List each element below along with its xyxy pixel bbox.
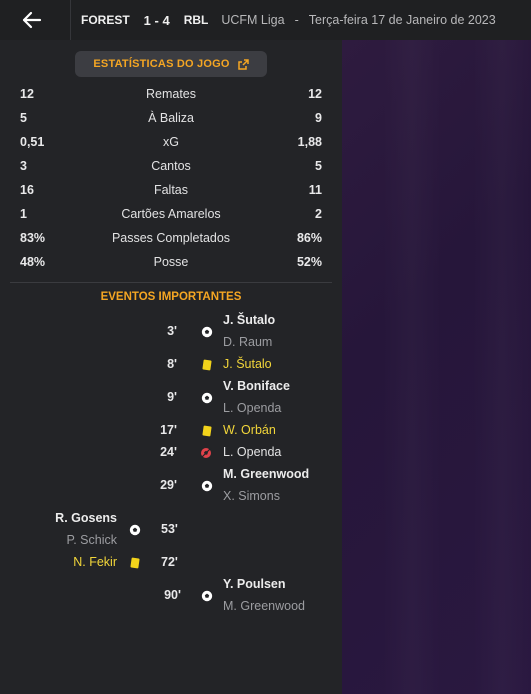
stat-label: À Baliza <box>148 111 194 125</box>
stat-away-value: 1,88 <box>297 135 322 149</box>
yellow-card-icon <box>130 557 140 569</box>
arrow-left-icon <box>22 11 42 29</box>
event-assist[interactable]: L. Openda <box>223 401 281 415</box>
stat-row-xg: 0,51 xG 1,88 <box>0 135 342 153</box>
event-player[interactable]: M. Greenwood <box>223 467 309 481</box>
stat-label: Posse <box>153 255 189 269</box>
stat-row-passes: 83% Passes Completados 86% <box>0 231 342 249</box>
stat-row-shots: 12 Remates 12 <box>0 87 342 105</box>
match-score: 1 - 4 <box>143 12 170 28</box>
goal-ball-icon <box>129 524 141 536</box>
event-player[interactable]: Y. Poulsen <box>223 577 286 591</box>
match-date: Terça-feira 17 de Janeiro de 2023 <box>308 13 496 27</box>
event-minute: 72' <box>161 555 178 569</box>
stat-label: Passes Completados <box>111 231 231 245</box>
stat-label: Cartões Amarelos <box>121 207 221 221</box>
yellow-card-icon <box>202 425 212 437</box>
event-minute: 3' <box>167 324 177 338</box>
match-stats-button[interactable]: ESTATÍSTICAS DO JOGO <box>75 51 267 77</box>
stat-label: Remates <box>145 87 197 101</box>
goal-ball-icon <box>201 392 213 404</box>
section-divider <box>10 282 332 283</box>
header-separator: - <box>294 13 299 27</box>
stat-away-value: 86% <box>296 231 322 245</box>
stat-row-yellow-cards: 1 Cartões Amarelos 2 <box>0 207 342 225</box>
goal-ball-icon <box>201 326 213 338</box>
stat-away-value: 11 <box>308 183 322 197</box>
yellow-card-icon <box>202 359 212 371</box>
stat-row-possession: 48% Posse 52% <box>0 255 342 273</box>
stat-label: Cantos <box>151 159 191 173</box>
stat-away-value: 2 <box>315 207 322 221</box>
missed-chance-icon <box>200 447 212 459</box>
event-assist[interactable]: P. Schick <box>67 533 118 547</box>
stat-label: Faltas <box>153 183 189 197</box>
stat-row-on-target: 5 À Baliza 9 <box>0 111 342 129</box>
home-team-name[interactable]: FOREST <box>81 13 130 27</box>
stat-row-fouls: 16 Faltas 11 <box>0 183 342 201</box>
event-player[interactable]: N. Fekir <box>73 555 117 569</box>
event-player[interactable]: W. Orbán <box>223 423 276 437</box>
stat-label: xG <box>163 135 179 149</box>
event-minute: 24' <box>160 445 177 459</box>
away-team-name[interactable]: RBL <box>184 13 209 27</box>
stat-away-value: 9 <box>315 111 322 125</box>
event-assist[interactable]: X. Simons <box>223 489 280 503</box>
event-minute: 29' <box>160 478 177 492</box>
goal-ball-icon <box>201 590 213 602</box>
event-assist[interactable]: M. Greenwood <box>223 599 305 613</box>
event-player[interactable]: L. Openda <box>223 445 281 459</box>
goal-ball-icon <box>201 480 213 492</box>
side-background-panel <box>342 40 531 694</box>
match-header: FOREST 1 - 4 RBL UCFM Liga - Terça-feira… <box>81 11 496 29</box>
stat-row-corners: 3 Cantos 5 <box>0 159 342 177</box>
stat-away-value: 52% <box>296 255 322 269</box>
event-assist[interactable]: D. Raum <box>223 335 272 349</box>
event-player[interactable]: V. Boniface <box>223 379 290 393</box>
event-player[interactable]: R. Gosens <box>55 511 117 525</box>
event-player[interactable]: J. Šutalo <box>223 313 275 327</box>
competition-name[interactable]: UCFM Liga <box>221 13 284 27</box>
event-player[interactable]: J. Šutalo <box>223 357 272 371</box>
event-minute: 90' <box>164 588 181 602</box>
top-bar: FOREST 1 - 4 RBL UCFM Liga - Terça-feira… <box>0 0 531 40</box>
stat-away-value: 12 <box>308 87 322 101</box>
match-stats-label: ESTATÍSTICAS DO JOGO <box>93 58 230 70</box>
event-minute: 17' <box>160 423 177 437</box>
external-link-icon <box>237 58 249 70</box>
events-title: EVENTOS IMPORTANTES <box>100 291 242 303</box>
event-minute: 53' <box>161 522 178 536</box>
header-divider <box>70 0 71 40</box>
event-minute: 8' <box>167 357 177 371</box>
stat-away-value: 5 <box>315 159 322 173</box>
back-button[interactable] <box>18 8 46 32</box>
event-minute: 9' <box>167 390 177 404</box>
